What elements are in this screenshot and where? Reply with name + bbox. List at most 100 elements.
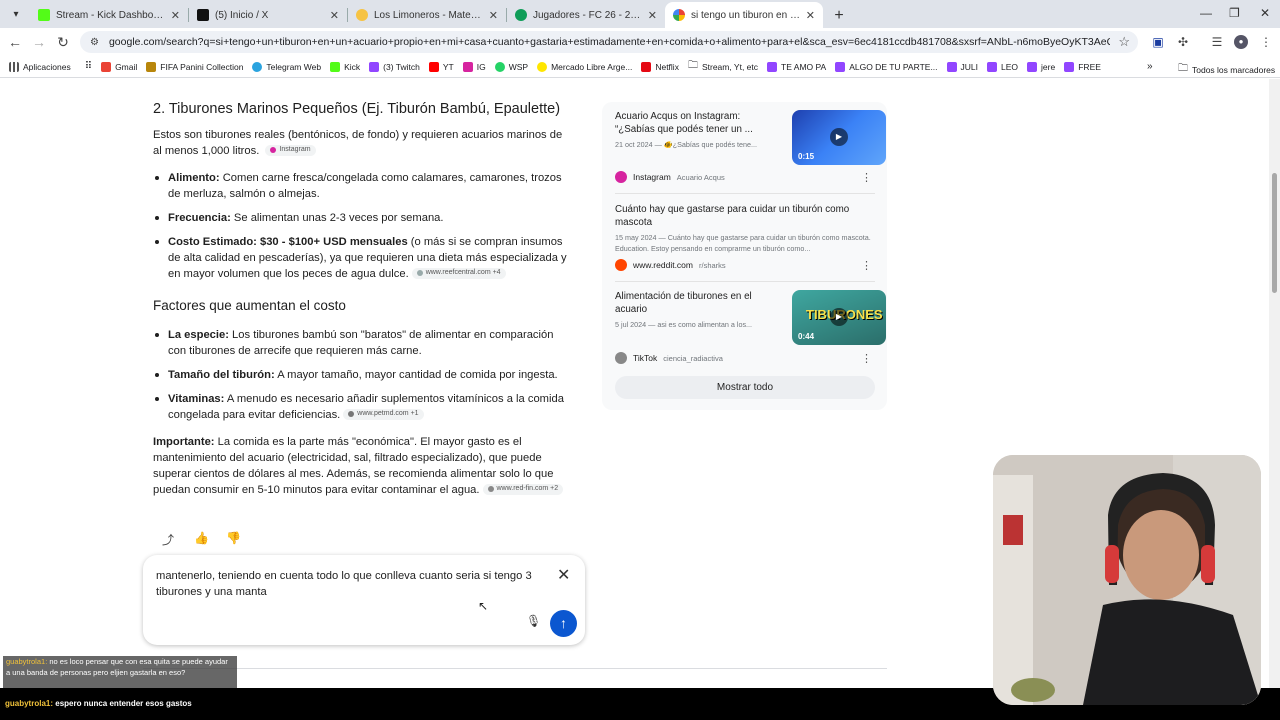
microphone-icon[interactable]: 🎙 <box>526 614 541 628</box>
source-name: www.reddit.com <box>633 260 693 270</box>
twitch-icon <box>1027 61 1038 72</box>
telegram-icon <box>252 61 263 72</box>
item-text: Comen carne fresca/congelada como calama… <box>168 172 562 200</box>
bookmark-te-amo-pa[interactable]: TE AMO PA <box>767 61 826 72</box>
bookmark-jere[interactable]: jere <box>1027 61 1056 72</box>
tab-los-limoneros[interactable]: Los Limoneros - Mateocamberr ✕ <box>348 2 506 28</box>
bookmark-mercadolibre[interactable]: Mercado Libre Arge... <box>537 61 632 72</box>
sources-panel: Acuario Acqus on Instagram: “¿Sabías que… <box>602 102 887 410</box>
new-tab-button[interactable]: + <box>827 4 851 28</box>
followup-input[interactable]: mantenerlo, teniendo en cuenta todo lo q… <box>143 555 585 645</box>
bookmark-yt[interactable]: YT <box>428 61 454 72</box>
restore-icon[interactable]: ❐ <box>1229 6 1240 20</box>
bookmark-apps-grid[interactable]: ⠿ <box>85 61 92 72</box>
site-info-icon[interactable]: ⚙ <box>90 37 99 48</box>
divider <box>615 193 875 194</box>
more-bookmarks-button[interactable]: » <box>1147 61 1153 72</box>
card-source[interactable]: TikTok ciencia_radiactiva <box>615 352 723 364</box>
more-options-icon[interactable]: ⋮ <box>861 171 872 184</box>
bookmark-twitch[interactable]: (3) Twitch <box>369 61 420 72</box>
twitch-icon <box>369 61 380 72</box>
mercadolibre-icon <box>537 61 548 72</box>
bookmark-aplicaciones[interactable]: Aplicaciones <box>9 61 71 72</box>
source-card[interactable]: Alimentación de tiburones en el acuario … <box>615 290 886 345</box>
close-tab-icon[interactable]: ✕ <box>489 9 498 22</box>
show-all-button[interactable]: Mostrar todo <box>615 376 875 399</box>
more-options-icon[interactable]: ⋮ <box>861 259 872 272</box>
tab-jugadores[interactable]: Jugadores - FC 26 - 28 de abril ✕ <box>507 2 665 28</box>
close-tab-icon[interactable]: ✕ <box>171 9 180 22</box>
bookmark-gmail[interactable]: Gmail <box>101 61 137 72</box>
chip-label: www.red-fin.com +2 <box>496 485 559 492</box>
card-source[interactable]: www.reddit.com r/sharks <box>615 259 726 271</box>
tab-google-search[interactable]: si tengo un tiburon en un acuario ✕ <box>665 2 823 28</box>
close-window-icon[interactable]: ✕ <box>1260 6 1270 20</box>
play-icon[interactable]: ▶ <box>830 308 848 326</box>
scrollbar[interactable] <box>1269 79 1280 688</box>
bookmark-ig[interactable]: IG <box>462 61 486 72</box>
chat-text: espero nunca entender esos gastos <box>53 699 192 708</box>
share-icon[interactable]: ⤴ <box>162 531 174 548</box>
bookmark-label: Todos los marcadores <box>1192 64 1276 75</box>
forward-icon[interactable]: → <box>27 34 51 50</box>
all-bookmarks-folder[interactable]: 🗀 Todos los marcadores <box>1178 61 1275 78</box>
source-sub: r/sharks <box>699 260 726 270</box>
card-source[interactable]: Instagram Acuario Acqus <box>615 171 725 183</box>
chat-message: guabytrola1: no es loco pensar que con e… <box>3 656 237 688</box>
send-button[interactable]: ↑ <box>550 610 577 637</box>
instagram-icon <box>270 147 277 153</box>
bookmark-label: Telegram Web <box>266 61 322 72</box>
bookmark-kick[interactable]: Kick <box>330 61 360 72</box>
bookmark-netflix[interactable]: Netflix <box>641 61 679 72</box>
source-name: TikTok <box>633 353 658 363</box>
twitch-icon <box>835 61 846 72</box>
more-menu-icon[interactable]: ⋮ <box>1259 35 1273 49</box>
tab-kick-dashboard[interactable]: Stream - Kick Dashboard ✕ <box>30 2 188 28</box>
video-thumbnail[interactable]: TIBURONES ▶ 0:44 <box>792 290 886 345</box>
bookmark-folder-stream[interactable]: 🗀 Stream, Yt, etc <box>688 58 758 75</box>
close-tab-icon[interactable]: ✕ <box>648 9 657 22</box>
video-thumbnail[interactable]: ▶ 0:15 <box>792 110 886 165</box>
source-chip[interactable]: www.reefcentral.com +4 <box>411 267 506 279</box>
tab-search-button[interactable]: ▾ <box>4 3 28 25</box>
bookmark-star-icon[interactable]: ☆ <box>1118 34 1130 50</box>
minimize-icon[interactable]: — <box>1200 6 1212 20</box>
source-chip[interactable]: Instagram <box>265 144 316 156</box>
reload-icon[interactable]: ↻ <box>51 34 75 51</box>
thumbs-down-icon[interactable]: 👎 <box>226 531 241 545</box>
clear-icon[interactable]: ✕ <box>557 565 570 585</box>
followup-text[interactable]: mantenerlo, teniendo en cuenta todo lo q… <box>156 568 536 600</box>
bookmark-juli[interactable]: JULI <box>946 61 978 72</box>
grid-icon: ⠿ <box>84 61 93 72</box>
important-label: Importante: <box>153 436 215 448</box>
thumbs-up-icon[interactable]: 👍 <box>194 531 209 545</box>
chat-username: guabytrola1: <box>6 657 48 666</box>
reading-list-icon[interactable]: ☰ <box>1210 35 1224 49</box>
extension-icon[interactable]: ▣ <box>1151 35 1165 49</box>
bookmark-label: jere <box>1041 61 1056 72</box>
source-card[interactable]: Cuánto hay que gastarse para cuidar un t… <box>615 203 875 254</box>
bookmark-telegram[interactable]: Telegram Web <box>252 61 322 72</box>
address-bar[interactable]: ⚙ google.com/search?q=si+tengo+un+tiburo… <box>80 31 1138 53</box>
extensions-puzzle-icon[interactable]: ✣ <box>1176 35 1190 49</box>
bookmark-fifa[interactable]: FIFA Panini Collection <box>146 61 244 72</box>
bookmark-algo-de-tu-parte[interactable]: ALGO DE TU PARTE... <box>835 61 938 72</box>
profile-avatar-icon[interactable]: ● <box>1234 35 1248 49</box>
more-options-icon[interactable]: ⋮ <box>861 352 872 365</box>
tab-x-inicio[interactable]: (5) Inicio / X ✕ <box>189 2 347 28</box>
chip-label: www.petmd.com +1 <box>357 410 419 417</box>
scrollbar-thumb[interactable] <box>1272 173 1277 293</box>
browser-toolbar: ← → ↻ ⚙ google.com/search?q=si+tengo+un+… <box>0 28 1280 56</box>
bookmark-label: FIFA Panini Collection <box>160 61 244 72</box>
back-icon[interactable]: ← <box>3 34 27 50</box>
bookmark-leo[interactable]: LEO <box>987 61 1018 72</box>
close-tab-icon[interactable]: ✕ <box>330 9 339 22</box>
bookmark-wsp[interactable]: WSP <box>494 61 528 72</box>
close-tab-icon[interactable]: ✕ <box>806 9 815 22</box>
source-card[interactable]: Acuario Acqus on Instagram: “¿Sabías que… <box>615 110 886 165</box>
source-chip[interactable]: www.petmd.com +1 <box>343 408 424 420</box>
play-icon[interactable]: ▶ <box>830 128 848 146</box>
bookmark-free[interactable]: FREE <box>1064 61 1101 72</box>
intro-text: Estos son tiburones reales (bentónicos, … <box>153 129 563 157</box>
source-chip[interactable]: www.red-fin.com +2 <box>482 483 564 495</box>
